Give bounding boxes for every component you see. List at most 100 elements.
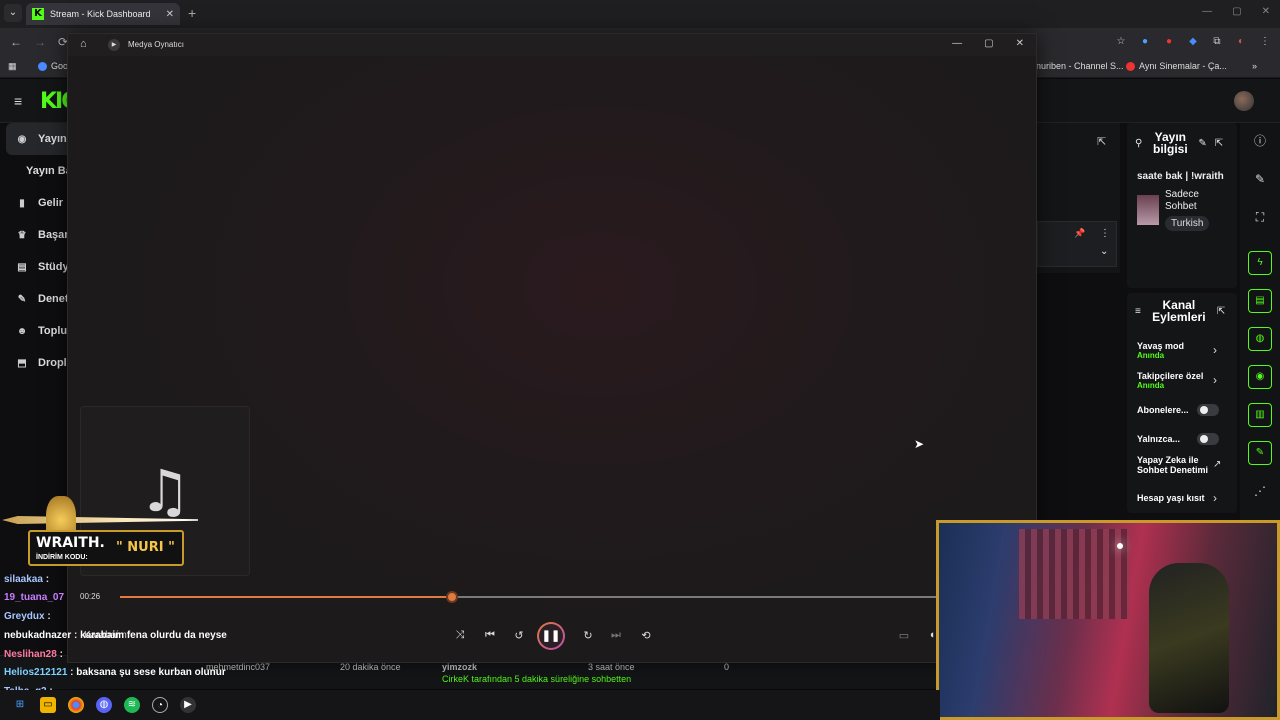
media-player-icon[interactable]: ▶ — [180, 697, 196, 713]
rewind-10-icon[interactable]: ↺ — [511, 629, 527, 642]
bookmark-item[interactable]: Aynı Sinemalar - Ça... — [1126, 61, 1227, 71]
pin-icon[interactable]: 📌 — [1074, 228, 1085, 239]
bookmark-item[interactable]: nuriben - Channel S... — [1036, 61, 1124, 71]
sponsor-box: WRAITH. İNDİRİM KODU: " NURI " — [28, 530, 184, 566]
moderation-icon: ✎ — [17, 293, 27, 305]
minimize-icon[interactable]: — — [952, 38, 962, 49]
tab-search-icon[interactable]: ⌄ — [4, 4, 22, 22]
profile-icon[interactable]: ◐ — [1234, 35, 1248, 49]
seek-bar[interactable]: 00:26 — [68, 586, 1036, 606]
browser-tab-kick[interactable]: K Stream - Kick Dashboard ✕ — [26, 3, 180, 25]
chat-username: 19_tuana_07 — [4, 592, 65, 603]
share-icon[interactable]: ⋰ — [1248, 479, 1272, 503]
server-icon[interactable]: ▥ — [1248, 403, 1272, 427]
avatar[interactable] — [1234, 91, 1254, 111]
activity-time: 20 dakika önce — [340, 662, 401, 672]
external-link-icon[interactable]: ↗ — [1213, 459, 1221, 470]
chevron-right-icon[interactable]: › — [1213, 491, 1217, 505]
sidebar-item-label: Stüdy — [38, 261, 69, 273]
popout-icon[interactable]: ⇱ — [1097, 135, 1106, 148]
channel-actions-title: Kanal Eylemleri — [1152, 298, 1206, 324]
activity-desc: CirkeK tarafından 5 dakika süreliğine so… — [442, 674, 632, 684]
chat-bubble-icon[interactable]: ◍ — [1248, 327, 1272, 351]
tab-close-icon[interactable]: ✕ — [166, 9, 174, 20]
chevron-right-icon[interactable]: › — [1213, 343, 1217, 357]
action-slow-mode[interactable]: Yavaş mod Anında — [1137, 341, 1184, 360]
forward-icon[interactable]: → — [34, 35, 46, 49]
broadcast-icon[interactable]: ◉ — [1248, 365, 1272, 389]
shield-icon[interactable]: ◆ — [1186, 35, 1200, 49]
wrench-icon[interactable]: ✎ — [1248, 441, 1272, 465]
webcam-light — [1117, 543, 1123, 549]
more-bookmarks-icon[interactable]: » — [1252, 61, 1257, 71]
sidebar-item-label: Yayın Ba — [26, 165, 72, 177]
extension-icons: ☆ ● ● ◆ ⧉ ◐ ⋮ — [1114, 35, 1272, 49]
hamburger-menu-icon[interactable]: ≡ — [14, 93, 22, 109]
drag-handle-icon[interactable]: ≡ — [1135, 306, 1141, 317]
bookmark-star-icon[interactable]: ☆ — [1114, 35, 1128, 49]
new-tab-icon[interactable]: + — [188, 5, 196, 21]
maximize-icon[interactable]: ▢ — [1232, 6, 1241, 17]
action-only-label: Yalnızca... — [1137, 434, 1181, 444]
forward-30-icon[interactable]: ↻ — [580, 629, 596, 642]
category-thumbnail — [1137, 195, 1159, 225]
puzzle-icon[interactable]: ⧉ — [1210, 35, 1224, 49]
popout-icon[interactable]: ⇱ — [1217, 306, 1225, 317]
chrome-icon[interactable] — [68, 697, 84, 713]
media-player-window: ⌂ ▶ Medya Oynatıcı — ▢ ✕ ♫ 00:26 Karabai… — [67, 33, 1037, 663]
webcam-chair — [1149, 563, 1229, 713]
apps-icon[interactable]: ▦ — [8, 61, 17, 72]
file-explorer-icon[interactable]: ▭ — [40, 697, 56, 713]
player-window-controls: — ▢ ✕ — [952, 38, 1024, 49]
subscribers-only-toggle[interactable] — [1197, 404, 1219, 416]
action-account-age[interactable]: Hesap yaşı kısıt — [1137, 493, 1205, 503]
close-icon[interactable]: ✕ — [1262, 6, 1270, 17]
activity-user: yimzozk — [442, 662, 478, 672]
popout-icon[interactable]: ⇱ — [1215, 138, 1223, 149]
menu-kebab-icon[interactable]: ⋮ — [1258, 35, 1272, 49]
discord-icon[interactable]: ◍ — [96, 697, 112, 713]
repeat-off-icon[interactable]: ⟲ — [638, 629, 654, 642]
seek-track[interactable] — [120, 591, 950, 603]
obs-icon[interactable]: ◔ — [152, 697, 168, 713]
close-icon[interactable]: ✕ — [1016, 38, 1024, 49]
next-icon[interactable]: ⏭ — [608, 629, 624, 642]
windows-start-icon[interactable]: ⊞ — [12, 697, 28, 713]
info-icon[interactable]: ⓘ — [1248, 129, 1272, 153]
chat-text: baksana şu sese kurban olunur — [76, 667, 226, 678]
pause-button[interactable]: ❚❚ — [537, 622, 565, 650]
back-icon[interactable]: ← — [10, 35, 22, 49]
minimize-icon[interactable]: — — [1202, 6, 1212, 17]
extension-icon[interactable]: ● — [1162, 35, 1176, 49]
maximize-icon[interactable]: ▢ — [984, 38, 993, 49]
action-followers-only[interactable]: Takipçilere özel Anında — [1137, 371, 1203, 390]
chevron-right-icon[interactable]: › — [1213, 373, 1217, 387]
browser-tabstrip: ⌄ K Stream - Kick Dashboard ✕ + — ▢ ✕ — [0, 0, 1280, 28]
sidebar-item-label: Toplul — [38, 325, 71, 337]
chevron-down-icon[interactable]: ⌄ — [1100, 246, 1108, 257]
edit-icon[interactable]: ✎ — [1248, 167, 1272, 191]
document-icon[interactable]: ▤ — [1248, 289, 1272, 313]
spotify-icon[interactable]: ≋ — [124, 697, 140, 713]
chat-username: nebukadnazer — [4, 630, 72, 641]
chat-message: Neslihan28 : — [4, 649, 63, 660]
fullscreen-icon[interactable]: ⛶ — [1248, 205, 1272, 229]
live-icon: ◉ — [17, 133, 27, 145]
bookmark-item[interactable]: Goo — [38, 61, 68, 71]
bolt-icon[interactable]: ϟ — [1248, 251, 1272, 275]
previous-icon[interactable]: ⏮ — [482, 629, 498, 642]
kebab-icon[interactable]: ⋮ — [1100, 228, 1110, 239]
shuffle-icon[interactable]: ⤨ — [452, 629, 468, 642]
pin-icon[interactable]: ⚲ — [1135, 138, 1142, 149]
action-ai-moderation[interactable]: Yapay Zeka ile Sohbet Denetimi — [1137, 455, 1209, 475]
miniplayer-icon[interactable]: ▭ — [896, 629, 912, 642]
activity-time: 3 saat önce — [588, 662, 635, 672]
seek-thumb[interactable] — [446, 591, 458, 603]
google-icon — [38, 61, 47, 71]
pinned-message: 📌 ⋮ ⌄ — [1037, 221, 1117, 267]
edit-icon[interactable]: ✎ — [1198, 138, 1206, 149]
only-mode-toggle[interactable] — [1197, 433, 1219, 445]
chat-text: karabaim fena olurdu da neyse — [80, 630, 227, 641]
home-icon[interactable]: ⌂ — [80, 38, 87, 50]
extension-icon[interactable]: ● — [1138, 35, 1152, 49]
